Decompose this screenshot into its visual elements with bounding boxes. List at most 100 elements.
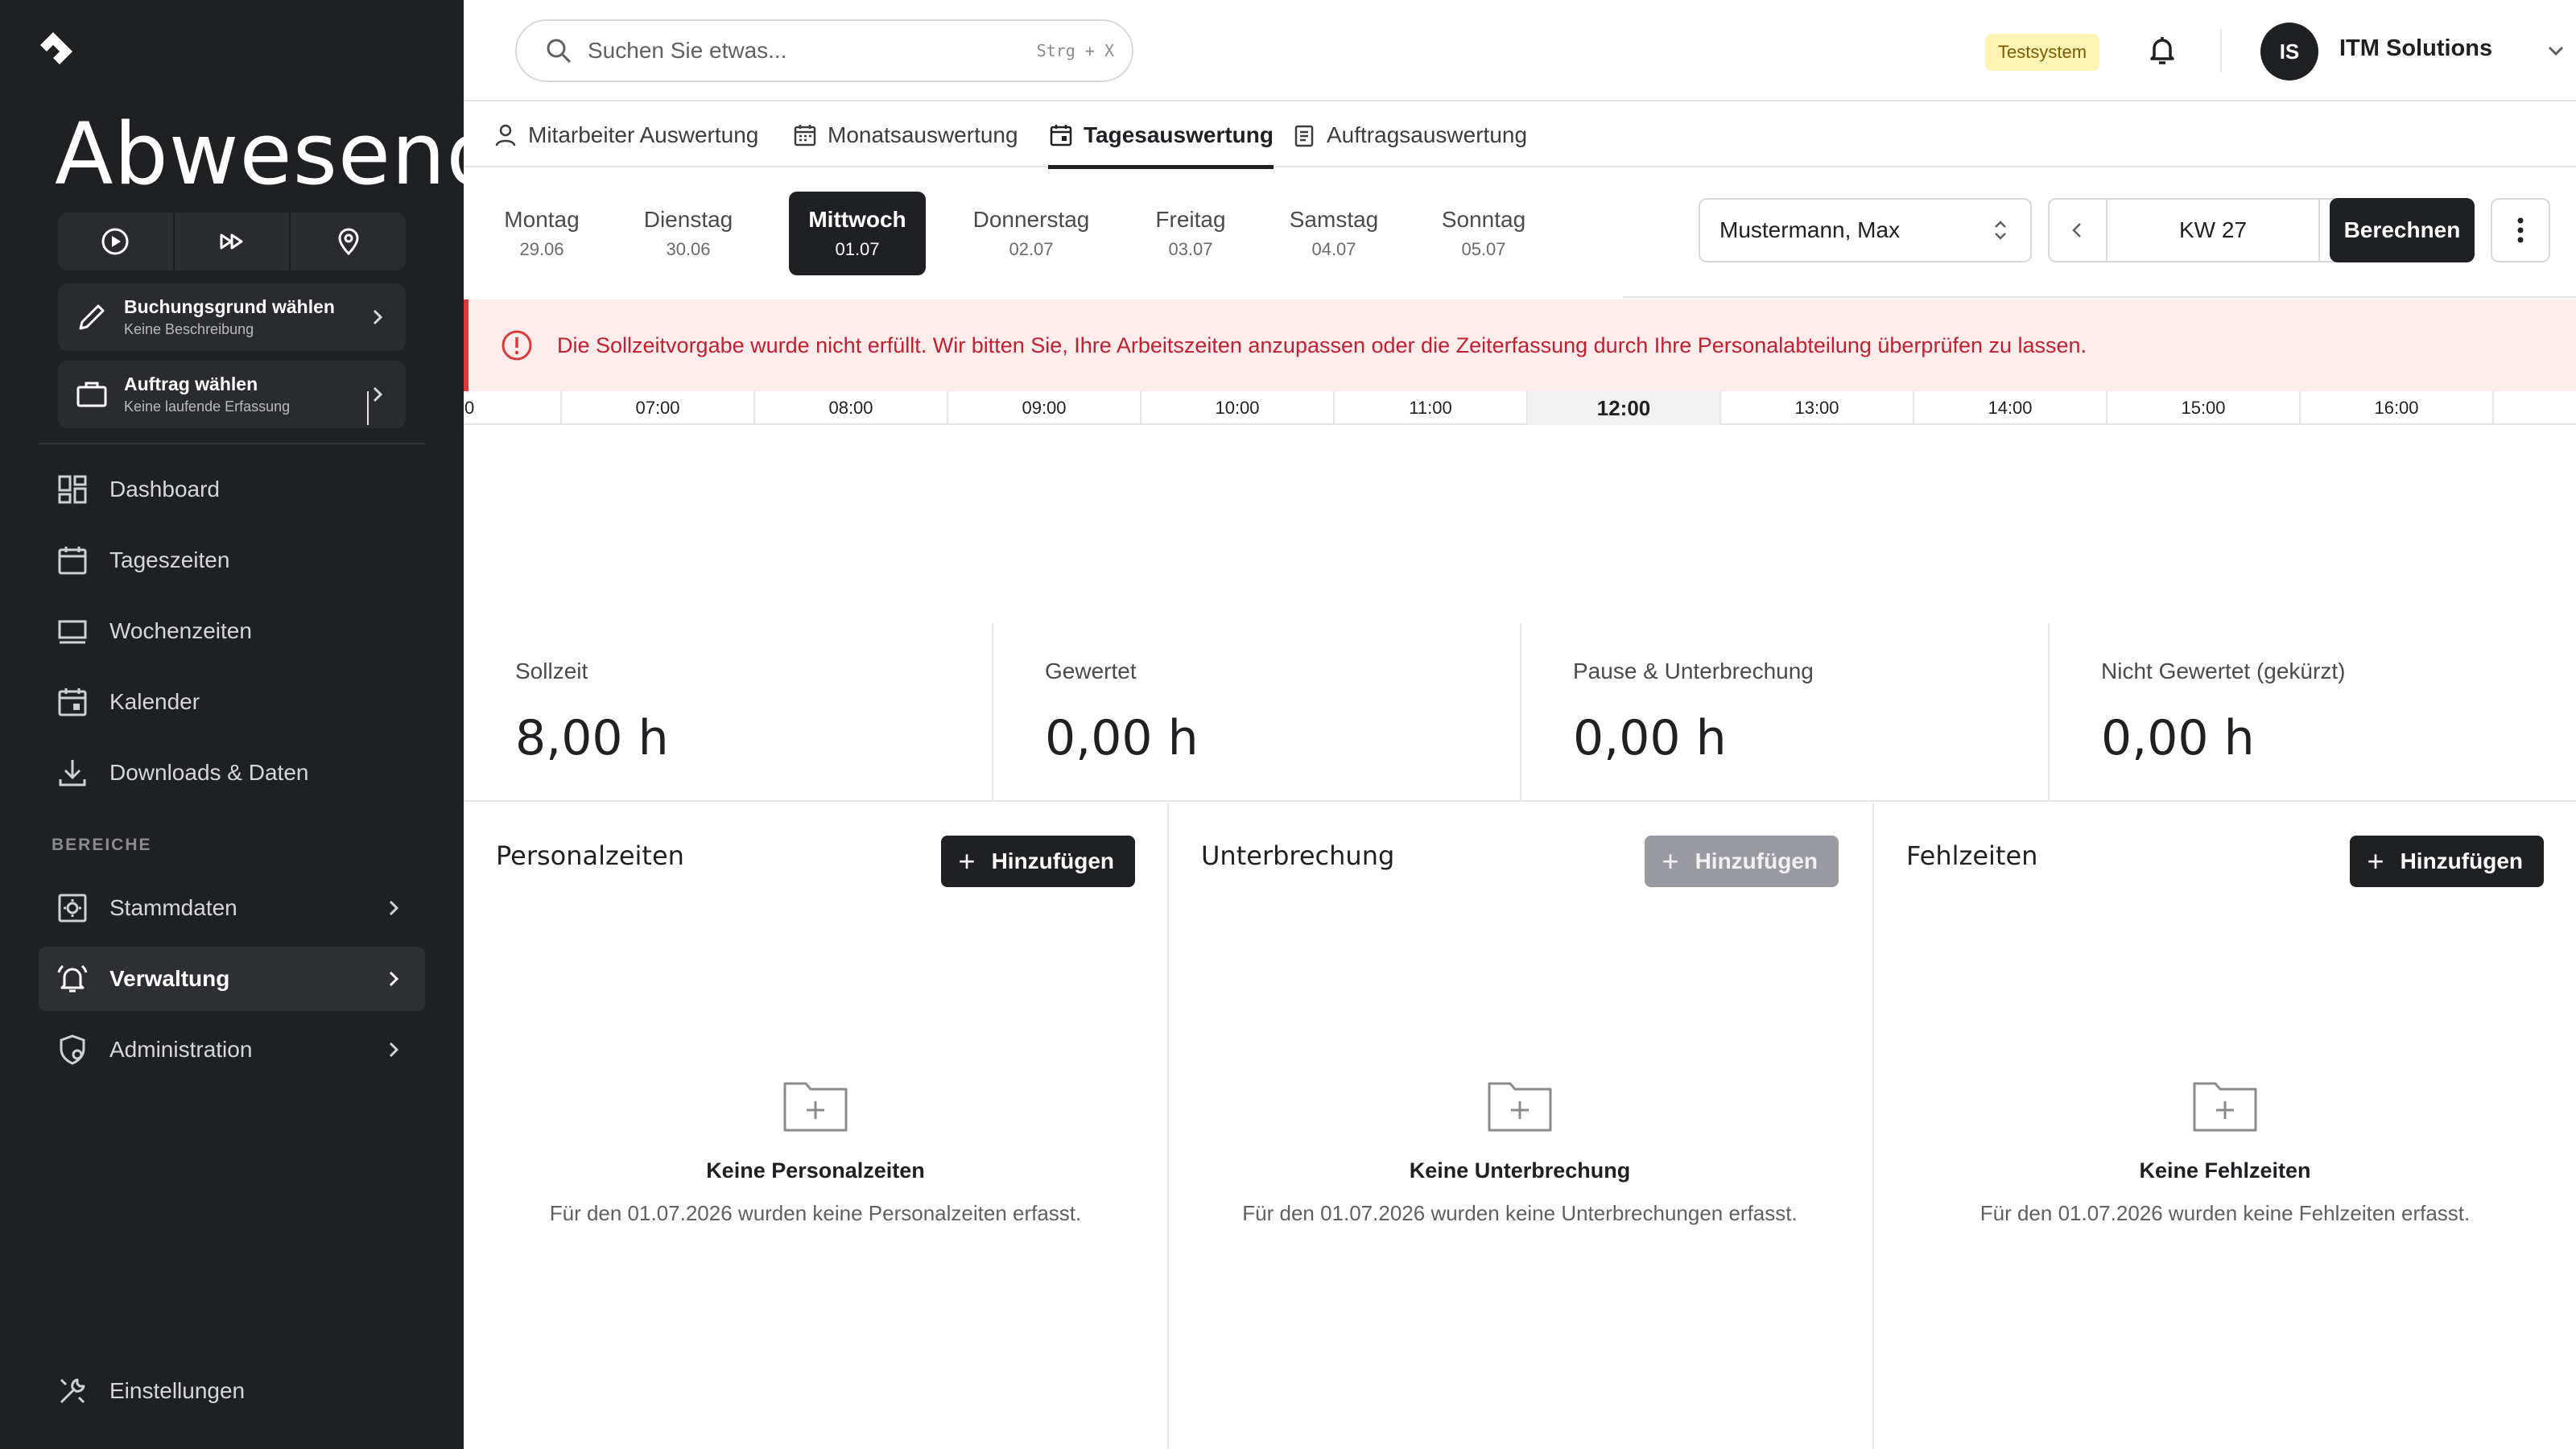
empty-state-description: Für den 01.07.2026 wurden keine Personal… xyxy=(549,1201,1082,1225)
week-icon xyxy=(58,620,87,644)
avatar[interactable]: IS xyxy=(2260,23,2318,80)
day-date: 29.06 xyxy=(519,239,564,259)
week-navigator: KW 27 xyxy=(2048,198,2378,262)
sidebar-item-kalender[interactable]: Kalender xyxy=(39,670,425,734)
empty-state-title: Keine Unterbrechung xyxy=(1409,1158,1631,1183)
add-personalzeit-button[interactable]: + Hinzufügen xyxy=(940,836,1135,887)
day-freitag[interactable]: Freitag 03.07 xyxy=(1122,192,1259,275)
day-timeline: 00 07:00 08:00 09:00 10:00 11:00 12:00 13:00 14:… xyxy=(367,391,2576,425)
tab-auftragsauswertung[interactable]: Auftragsauswertung xyxy=(1291,103,1527,167)
day-mittwoch[interactable]: Mittwoch 01.07 xyxy=(789,192,926,275)
add-button-label: Hinzufügen xyxy=(1695,848,1818,873)
tab-mitarbeiter-auswertung[interactable]: Mitarbeiter Auswertung xyxy=(493,103,758,167)
search-icon xyxy=(547,39,572,64)
sidebar-item-label: Dashboard xyxy=(109,477,220,502)
add-button-label: Hinzufügen xyxy=(2400,848,2523,873)
booking-reason-title: Buchungsgrund wählen xyxy=(124,296,335,317)
sidebar-item-verwaltung[interactable]: Verwaltung xyxy=(39,947,425,1011)
section-label-bereiche: BEREICHE xyxy=(52,836,152,854)
day-montag[interactable]: Montag 29.06 xyxy=(473,192,610,275)
search-box[interactable]: Strg + X xyxy=(515,19,1133,82)
sidebar-item-stammdaten[interactable]: Stammdaten xyxy=(39,876,425,940)
sidebar-item-label: Tageszeiten xyxy=(109,547,230,572)
previous-week-button[interactable] xyxy=(2050,200,2107,261)
day-name: Donnerstag xyxy=(972,207,1090,232)
booking-reason-card[interactable]: Buchungsgrund wählen Keine Beschreibung xyxy=(58,283,406,351)
folder-plus-icon xyxy=(2193,1082,2257,1132)
timeline-tick: 00 xyxy=(367,391,560,425)
panel-title: Unterbrechung xyxy=(1201,840,1395,871)
chevron-right-icon xyxy=(389,1042,399,1058)
stat-value: 0,00 h xyxy=(2101,710,2255,766)
chevron-left-icon xyxy=(2072,223,2081,237)
tab-label: Tagesauswertung xyxy=(1084,122,1274,147)
day-name: Sonntag xyxy=(1441,207,1526,232)
sidebar: Abwesend Buchungsgrund wählen Keine Besc… xyxy=(0,0,501,1449)
chevron-down-icon[interactable] xyxy=(2544,39,2568,63)
chevron-right-icon xyxy=(389,900,399,916)
more-options-button[interactable] xyxy=(2491,198,2550,262)
stat-value: 0,00 h xyxy=(1573,710,1727,766)
bell-ring-icon xyxy=(57,964,88,993)
add-unterbrechung-button[interactable]: + Hinzufügen xyxy=(1644,836,1839,887)
fast-forward-button[interactable] xyxy=(175,213,291,270)
sidebar-item-administration[interactable]: Administration xyxy=(39,1018,425,1082)
add-button-label: Hinzufügen xyxy=(991,848,1114,873)
plus-icon: + xyxy=(958,844,976,877)
test-system-badge: Testsystem xyxy=(1985,34,2100,71)
stat-gewertet: Gewertet 0,00 h xyxy=(992,623,1520,802)
sidebar-item-downloads[interactable]: Downloads & Daten xyxy=(39,741,425,805)
sidebar-item-label: Wochenzeiten xyxy=(109,618,252,643)
search-input[interactable] xyxy=(588,38,1037,64)
employee-select[interactable]: Mustermann, Max xyxy=(1699,198,2032,262)
week-label: KW 27 xyxy=(2178,217,2248,242)
pencil-icon xyxy=(79,304,105,330)
day-samstag[interactable]: Samstag 04.07 xyxy=(1265,192,1402,275)
stat-value: 0,00 h xyxy=(1045,710,1199,766)
day-name: Freitag xyxy=(1155,207,1226,232)
chevron-right-icon xyxy=(373,309,383,325)
location-button[interactable] xyxy=(291,213,406,270)
tab-tagesauswertung[interactable]: Tagesauswertung xyxy=(1048,103,1274,169)
sidebar-item-wochenzeiten[interactable]: Wochenzeiten xyxy=(39,599,425,663)
day-name: Samstag xyxy=(1289,207,1379,232)
chevron-right-icon xyxy=(389,971,399,987)
user-icon xyxy=(495,124,516,147)
empty-state: Keine Fehlzeiten Für den 01.07.2026 wurd… xyxy=(1874,1077,2576,1226)
sidebar-item-dashboard[interactable]: Dashboard xyxy=(39,457,425,522)
top-bar: Strg + X Testsystem IS ITM Solutions xyxy=(464,0,2576,101)
day-sonntag[interactable]: Sonntag 05.07 xyxy=(1415,192,1552,275)
empty-state-title: Keine Fehlzeiten xyxy=(2139,1158,2311,1183)
time-summary: Sollzeit 8,00 h Gewertet 0,00 h Pause & … xyxy=(464,623,2576,802)
timeline-tick: 15:00 xyxy=(2106,391,2299,425)
day-dienstag[interactable]: Dienstag 30.06 xyxy=(620,192,757,275)
sidebar-item-einstellungen[interactable]: Einstellungen xyxy=(39,1359,425,1423)
alert-message: Die Sollzeitvorgabe wurde nicht erfüllt.… xyxy=(557,332,2087,357)
briefcase-icon xyxy=(76,382,107,407)
day-donnerstag[interactable]: Donnerstag 02.07 xyxy=(963,192,1100,275)
tools-icon xyxy=(60,1378,85,1404)
order-select-card[interactable]: Auftrag wählen Keine laufende Erfassung xyxy=(58,361,406,428)
stat-pause-unterbrechung: Pause & Unterbrechung 0,00 h xyxy=(1520,623,2048,802)
empty-state-title: Keine Personalzeiten xyxy=(706,1158,925,1183)
stat-sollzeit: Sollzeit 8,00 h xyxy=(464,623,992,802)
topbar-divider xyxy=(2220,29,2222,72)
tab-monatsauswertung[interactable]: Monatsauswertung xyxy=(792,103,1018,167)
sidebar-item-label: Verwaltung xyxy=(109,966,230,991)
shield-user-icon xyxy=(60,1034,85,1065)
stat-label: Nicht Gewertet (gekürzt) xyxy=(2101,658,2346,683)
panel-unterbrechung: Unterbrechung + Hinzufügen Keine Unterbr… xyxy=(1167,803,1871,1449)
calculate-button[interactable]: Berechnen xyxy=(2330,198,2475,262)
add-fehlzeit-button[interactable]: + Hinzufügen xyxy=(2349,836,2544,887)
order-select-title: Auftrag wählen xyxy=(124,374,258,394)
more-vertical-icon xyxy=(2517,217,2524,243)
plus-icon: + xyxy=(1662,844,1679,877)
organization-name[interactable]: ITM Solutions xyxy=(2339,35,2492,62)
app-logo-icon[interactable] xyxy=(35,29,77,71)
panel-personalzeiten: Personalzeiten + Hinzufügen Keine Person… xyxy=(464,803,1167,1449)
employee-select-value: Mustermann, Max xyxy=(1719,217,1901,242)
start-tracking-button[interactable] xyxy=(58,213,175,270)
notification-bell-icon[interactable] xyxy=(2143,31,2182,69)
location-pin-icon xyxy=(338,228,359,256)
sidebar-item-tageszeiten[interactable]: Tageszeiten xyxy=(39,528,425,592)
